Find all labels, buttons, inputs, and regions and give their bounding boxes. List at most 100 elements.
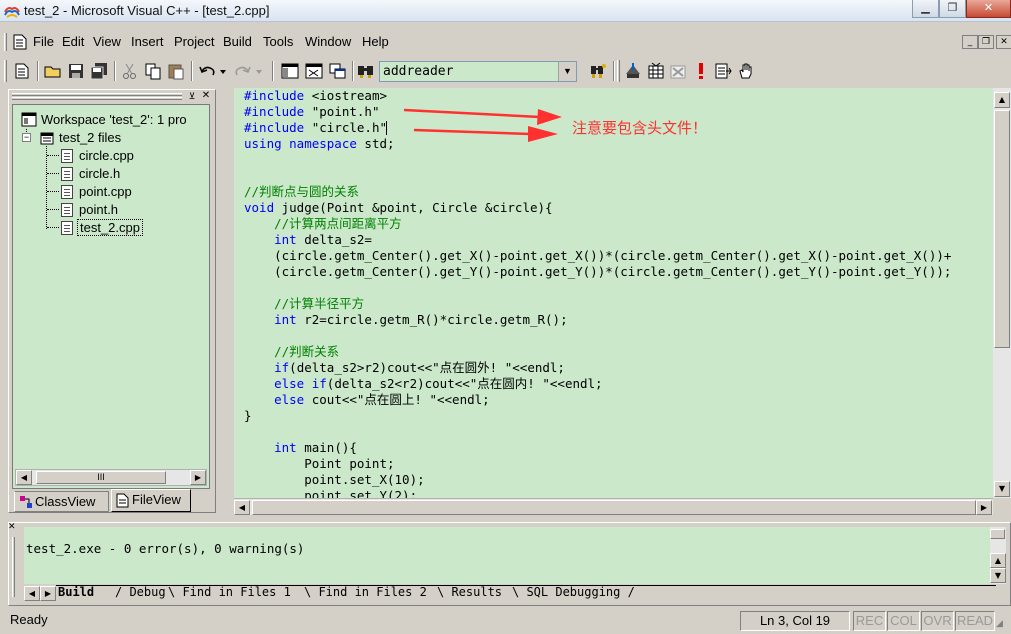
output-tab-build[interactable]: Build bbox=[58, 585, 94, 602]
output-tab-results[interactable]: \ Results bbox=[437, 585, 502, 602]
execute-icon[interactable] bbox=[692, 62, 710, 80]
find-icon[interactable] bbox=[589, 62, 607, 80]
code-keyword: int bbox=[274, 312, 297, 327]
compile-icon[interactable] bbox=[624, 62, 642, 80]
scroll-down-button[interactable]: ▼ bbox=[990, 568, 1006, 583]
minimize-button[interactable]: ▁ bbox=[912, 0, 939, 18]
tree-connector bbox=[47, 209, 59, 210]
build-toolbar-grip[interactable] bbox=[617, 60, 620, 82]
project-folder-icon bbox=[40, 132, 54, 145]
tab-label: Debug bbox=[129, 585, 166, 599]
save-icon[interactable] bbox=[67, 62, 85, 80]
code-line: (circle.getm_Center().get_X()-point.get_… bbox=[244, 248, 951, 264]
save-all-icon[interactable] bbox=[90, 62, 108, 80]
tab-fileview[interactable]: FileView bbox=[111, 489, 191, 512]
window-list-icon[interactable] bbox=[329, 62, 347, 80]
code-text: main(){ bbox=[296, 440, 357, 455]
code-line: if(delta_s2>r2)cout<<"点在圆外! "<<endl; bbox=[244, 360, 565, 376]
mdi-minimize-button[interactable]: _ bbox=[962, 35, 978, 49]
undo-icon[interactable] bbox=[198, 62, 228, 80]
menu-edit[interactable]: Edit bbox=[62, 34, 84, 49]
find-combo-dropdown-button[interactable]: ▼ bbox=[558, 62, 576, 81]
menu-tools[interactable]: Tools bbox=[263, 34, 293, 49]
hand-icon[interactable] bbox=[737, 62, 755, 80]
scroll-thumb[interactable] bbox=[994, 110, 1010, 348]
menu-view[interactable]: View bbox=[93, 34, 121, 49]
editor-vscrollbar[interactable]: ▲ ▼ bbox=[993, 88, 1011, 498]
output-vscrollbar[interactable]: ▲ ▼ bbox=[990, 527, 1006, 584]
toolbar-grip[interactable] bbox=[4, 60, 7, 82]
tab-scroll-right-button[interactable]: ▶ bbox=[40, 586, 56, 601]
scroll-thumb[interactable] bbox=[990, 529, 1005, 539]
close-icon: ✕ bbox=[1000, 37, 1008, 47]
copy-icon[interactable] bbox=[144, 62, 162, 80]
editor-splitter[interactable] bbox=[222, 89, 234, 514]
output-tab-debug[interactable]: / Debug bbox=[115, 585, 166, 602]
mdi-close-button[interactable]: ✕ bbox=[996, 35, 1011, 49]
stop-build-icon[interactable] bbox=[669, 62, 687, 80]
new-text-file-icon[interactable] bbox=[13, 62, 31, 80]
code-line: else cout<<"点在圆上! "<<endl; bbox=[244, 392, 490, 408]
mdi-restore-button[interactable]: ❐ bbox=[978, 35, 994, 49]
output-close-button[interactable]: ✕ bbox=[8, 522, 20, 531]
tab-classview[interactable]: ClassView bbox=[14, 491, 109, 512]
code-comment: //判断关系 bbox=[274, 344, 340, 359]
paste-icon[interactable] bbox=[167, 62, 185, 80]
restore-button[interactable]: ❐ bbox=[939, 0, 966, 18]
scroll-up-button[interactable]: ▲ bbox=[994, 92, 1010, 108]
find-combo[interactable]: addreader bbox=[379, 61, 577, 82]
file-label: circle.h bbox=[79, 166, 121, 181]
redo-icon[interactable] bbox=[234, 62, 264, 80]
output-tab-sql-debugging[interactable]: \ SQL Debugging / bbox=[512, 585, 635, 602]
source-file-icon bbox=[61, 221, 73, 235]
scroll-right-button[interactable]: ▶ bbox=[976, 500, 992, 515]
file-label: point.cpp bbox=[79, 184, 132, 199]
scroll-thumb[interactable]: III bbox=[36, 471, 166, 484]
cut-icon[interactable] bbox=[121, 62, 139, 80]
arrow-left-icon: ◀ bbox=[238, 503, 246, 512]
menu-build[interactable]: Build bbox=[223, 34, 252, 49]
workspace-icon bbox=[21, 112, 37, 127]
output-tab-find-in-files-2[interactable]: \ Find in Files 2 bbox=[304, 585, 427, 602]
menu-help[interactable]: Help bbox=[362, 34, 389, 49]
workspace-hscrollbar[interactable]: ◀ III ▶ bbox=[15, 469, 207, 486]
build-icon[interactable] bbox=[647, 62, 665, 80]
scroll-left-button[interactable]: ◀ bbox=[16, 470, 32, 485]
scroll-left-button[interactable]: ◀ bbox=[234, 500, 250, 515]
workspace-close-button[interactable]: ✕ bbox=[200, 91, 212, 102]
arrow-down-icon: ▼ bbox=[998, 484, 1006, 493]
workspace-icon[interactable] bbox=[281, 62, 299, 80]
code-line: point.set_Y(2); bbox=[244, 488, 417, 498]
menu-file[interactable]: File bbox=[33, 34, 54, 49]
resize-grip-icon[interactable]: ◢ bbox=[996, 618, 1010, 632]
scroll-up-button[interactable]: ▲ bbox=[990, 553, 1006, 568]
tab-scroll-left-button[interactable]: ◀ bbox=[24, 586, 40, 601]
output-grip[interactable] bbox=[12, 537, 15, 597]
code-text: point.set_X(10); bbox=[244, 472, 425, 487]
code-editor[interactable]: #include <iostream> #include "point.h" #in… bbox=[234, 88, 993, 498]
code-comment: //判断点与圆的关系 bbox=[244, 184, 360, 199]
classview-icon bbox=[20, 496, 32, 508]
find-in-files-icon[interactable] bbox=[357, 62, 375, 80]
annotation-arrows bbox=[403, 108, 562, 142]
tree-connector bbox=[47, 173, 59, 174]
workspace-grip[interactable] bbox=[12, 93, 182, 96]
scroll-down-button[interactable]: ▼ bbox=[994, 481, 1010, 497]
output-tab-find-in-files-1[interactable]: \ Find in Files 1 bbox=[168, 585, 291, 602]
workspace-float-button[interactable]: ⊻ bbox=[186, 91, 198, 102]
insert-breakpoint-icon[interactable] bbox=[714, 62, 732, 80]
open-folder-icon[interactable] bbox=[44, 62, 62, 80]
menu-grip[interactable] bbox=[4, 33, 7, 51]
output-icon[interactable] bbox=[305, 62, 323, 80]
menu-window[interactable]: Window bbox=[305, 34, 351, 49]
scroll-right-button[interactable]: ▶ bbox=[190, 470, 206, 485]
menu-project[interactable]: Project bbox=[174, 34, 214, 49]
scroll-thumb[interactable] bbox=[252, 500, 976, 515]
close-button[interactable]: ✕ bbox=[966, 0, 1011, 18]
toolbar-separator bbox=[272, 61, 274, 81]
menu-insert[interactable]: Insert bbox=[131, 34, 164, 49]
editor-hscrollbar[interactable]: ◀ ▶ bbox=[234, 498, 993, 515]
code-line: else if(delta_s2<r2)cout<<"点在圆内! "<<endl… bbox=[244, 376, 602, 392]
collapse-toggle[interactable]: − bbox=[22, 133, 31, 142]
